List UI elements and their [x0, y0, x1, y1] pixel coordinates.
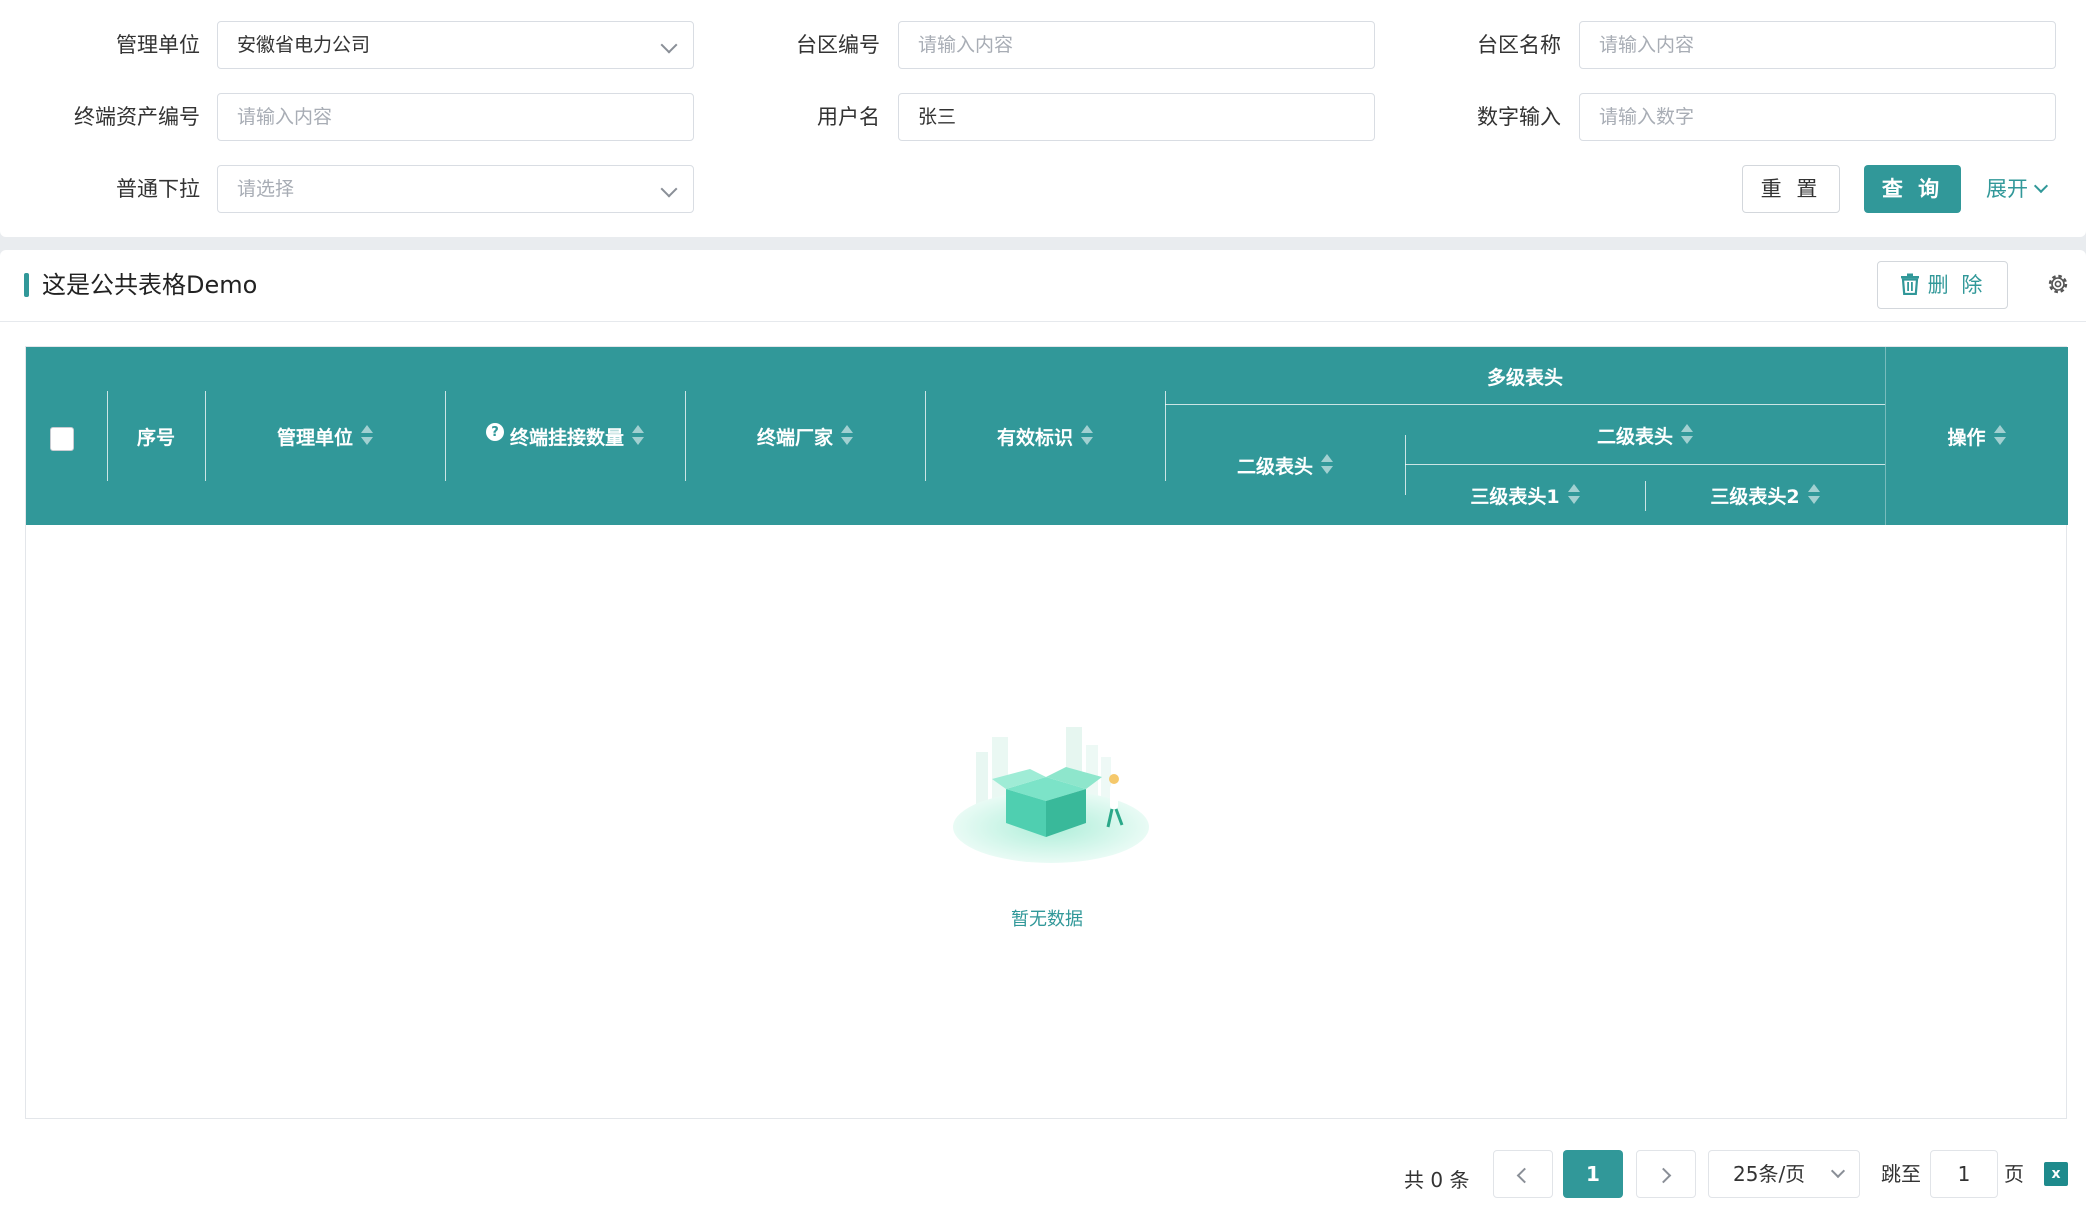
mgmt-unit-select[interactable]: 安徽省电力公司 [217, 21, 694, 69]
expand-label: 展开 [1986, 177, 2028, 201]
jump-page-input[interactable]: 1 [1930, 1150, 1998, 1198]
table-panel-header: 这是公共表格Demo 删 除 [0, 250, 2086, 322]
page-unit-label: 页 [2004, 1162, 2024, 1186]
asset-no-label: 终端资产编号 [74, 105, 200, 129]
normal-select-placeholder: 请选择 [237, 178, 295, 200]
sort-icon[interactable] [1681, 424, 1693, 446]
normal-select[interactable]: 请选择 [217, 165, 694, 213]
page-number-1[interactable]: 1 [1563, 1150, 1623, 1198]
gear-icon[interactable] [2046, 272, 2070, 296]
delete-label: 删 除 [1927, 273, 1986, 297]
username-value: 张三 [918, 106, 957, 128]
page-size-select[interactable]: 25条/页 [1708, 1150, 1860, 1198]
area-name-placeholder: 请输入内容 [1599, 34, 1695, 56]
total-count: 共 0 条 [1404, 1168, 1470, 1192]
filter-panel: 管理单位 安徽省电力公司 台区编号 请输入内容 台区名称 请输入内容 终端资产编… [0, 0, 2086, 237]
reset-button[interactable]: 重 置 [1742, 165, 1840, 213]
area-name-label: 台区名称 [1477, 33, 1561, 57]
number-input-label: 数字输入 [1477, 105, 1561, 129]
prev-page-button[interactable] [1493, 1150, 1553, 1198]
chevron-down-icon [660, 36, 678, 54]
col-mgmt-unit[interactable]: 管理单位 [205, 347, 445, 525]
table-panel: 这是公共表格Demo 删 除 序号 管理单位 ? 终端挂接数量 终端厂家 有效标… [0, 250, 2086, 1214]
sort-icon[interactable] [1321, 454, 1333, 476]
next-page-button[interactable] [1636, 1150, 1696, 1198]
title-accent-bar [24, 273, 29, 297]
excel-export-icon[interactable]: x [2044, 1162, 2068, 1186]
trash-icon [1900, 273, 1919, 296]
username-input[interactable]: 张三 [898, 93, 1375, 141]
chevron-down-icon [2033, 178, 2049, 194]
help-icon[interactable]: ? [485, 423, 504, 441]
chevron-down-icon [660, 180, 678, 198]
mgmt-unit-value: 安徽省电力公司 [237, 34, 371, 56]
data-table: 序号 管理单位 ? 终端挂接数量 终端厂家 有效标识 多级表头 二级表头 二级表… [25, 346, 2068, 1119]
area-code-label: 台区编号 [796, 33, 880, 57]
mgmt-unit-label: 管理单位 [116, 33, 200, 57]
empty-state-text: 暂无数据 [1011, 909, 1083, 930]
table-header: 序号 管理单位 ? 终端挂接数量 终端厂家 有效标识 多级表头 二级表头 二级表… [26, 347, 2068, 525]
col-level3-1[interactable]: 三级表头1 [1405, 465, 1645, 525]
sort-icon[interactable] [1807, 484, 1820, 506]
chevron-down-icon [1830, 1163, 1846, 1179]
col-multi-header: 多级表头 [1486, 366, 1563, 389]
expand-button[interactable]: 展开 [1986, 165, 2049, 213]
select-all-checkbox[interactable] [50, 427, 74, 451]
asset-no-input[interactable]: 请输入内容 [217, 93, 694, 141]
sort-icon[interactable] [361, 425, 373, 447]
chevron-right-icon [1655, 1167, 1672, 1184]
col-level2-a[interactable]: 二级表头 [1165, 405, 1405, 525]
area-code-placeholder: 请输入内容 [918, 34, 1014, 56]
jump-label: 跳至 [1881, 1162, 1921, 1186]
col-valid-flag[interactable]: 有效标识 [925, 347, 1165, 525]
col-level2-b[interactable]: 二级表头 [1405, 405, 1885, 465]
sort-icon[interactable] [1567, 484, 1580, 506]
col-index: 序号 [136, 426, 175, 449]
area-name-input[interactable]: 请输入内容 [1579, 21, 2056, 69]
delete-button[interactable]: 删 除 [1877, 261, 2008, 309]
asset-no-placeholder: 请输入内容 [237, 106, 333, 128]
normal-select-label: 普通下拉 [116, 177, 200, 201]
col-action[interactable]: 操作 [1885, 347, 2068, 525]
number-input[interactable]: 请输入数字 [1579, 93, 2056, 141]
number-input-placeholder: 请输入数字 [1599, 106, 1695, 128]
sort-icon[interactable] [632, 425, 644, 447]
area-code-input[interactable]: 请输入内容 [898, 21, 1375, 69]
username-label: 用户名 [817, 105, 880, 129]
empty-box-illustration [953, 727, 1149, 863]
col-terminal-count[interactable]: ? 终端挂接数量 [445, 347, 685, 525]
chevron-left-icon [1516, 1167, 1533, 1184]
table-title: 这是公共表格Demo [42, 271, 258, 299]
col-vendor[interactable]: 终端厂家 [685, 347, 925, 525]
sort-icon[interactable] [1993, 425, 2006, 447]
col-level3-2[interactable]: 三级表头2 [1645, 465, 1885, 525]
sort-icon[interactable] [1081, 425, 1093, 447]
sort-icon[interactable] [841, 425, 853, 447]
query-button[interactable]: 查 询 [1864, 165, 1961, 213]
page-size-value: 25条/页 [1733, 1162, 1806, 1186]
